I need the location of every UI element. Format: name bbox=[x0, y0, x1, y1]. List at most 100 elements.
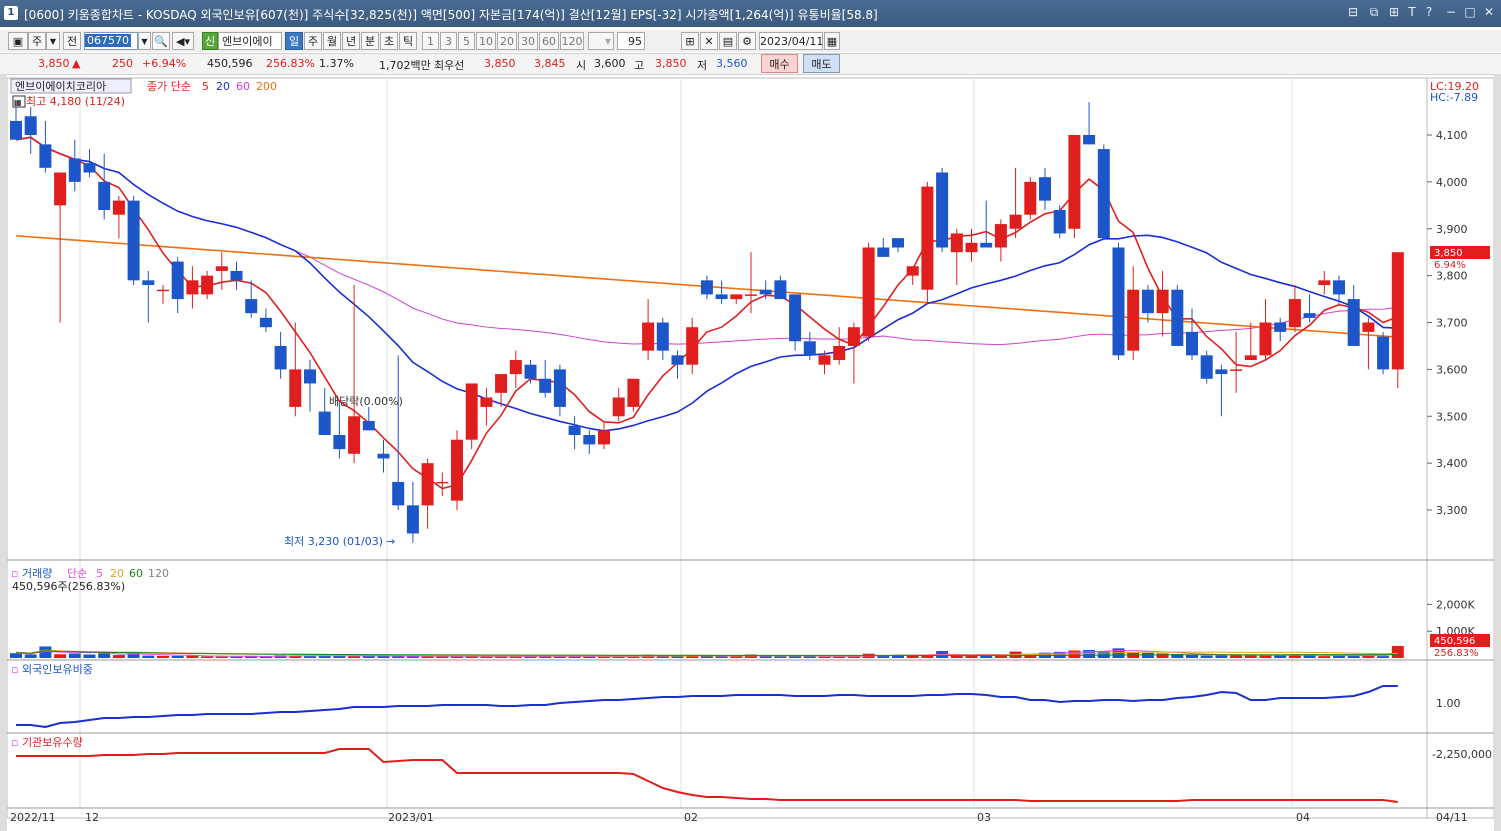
volume-bar bbox=[186, 655, 199, 658]
candle-body bbox=[892, 238, 904, 248]
tab-minute[interactable]: 분 bbox=[361, 32, 379, 50]
candle-body bbox=[627, 378, 640, 407]
candle-body bbox=[524, 364, 537, 379]
turnover-ratio: 1.37% bbox=[319, 57, 354, 70]
candle-body bbox=[1318, 280, 1331, 286]
high-label: 고 bbox=[634, 59, 645, 72]
candle-body bbox=[598, 430, 610, 445]
candle-body bbox=[333, 435, 346, 450]
candle-body bbox=[289, 369, 302, 407]
chart-area[interactable]: 4,100 4,000 3,900 3,800 3,700 3,600 3,500 3,400… bbox=[0, 74, 1501, 831]
search-icon[interactable]: 🔍 bbox=[152, 32, 170, 50]
market-badge: 신 bbox=[202, 32, 218, 50]
candle-body bbox=[1288, 299, 1301, 328]
open-label: 시 bbox=[576, 59, 587, 72]
table-icon[interactable]: ▦ bbox=[14, 98, 22, 107]
volume-bar bbox=[83, 654, 96, 658]
maximize-icon[interactable]: □ bbox=[1462, 5, 1478, 19]
foreign-panel-icon: ▫ bbox=[11, 663, 18, 676]
candle-body bbox=[245, 299, 258, 314]
volume-bar bbox=[157, 655, 169, 658]
volume-ratio: 256.83% bbox=[266, 57, 315, 70]
period-dropdown-icon[interactable]: ▼ bbox=[46, 32, 60, 50]
num-3[interactable]: 3 bbox=[440, 32, 457, 50]
num-5[interactable]: 5 bbox=[458, 32, 475, 50]
unit-dropdown[interactable]: ▼ bbox=[588, 32, 614, 50]
num-30[interactable]: 30 bbox=[518, 32, 538, 50]
candle-body bbox=[1127, 289, 1140, 351]
num-120[interactable]: 120 bbox=[560, 32, 584, 50]
speaker-icon[interactable]: ◀▾ bbox=[172, 32, 194, 50]
volume-bar bbox=[68, 653, 81, 658]
stock-code-input[interactable]: 067570 bbox=[84, 32, 138, 50]
candle-body bbox=[686, 327, 699, 365]
volume-bar bbox=[142, 655, 155, 658]
price-y-tick: 3,900 bbox=[1436, 223, 1468, 236]
candle-body bbox=[274, 345, 287, 370]
stock-name-field[interactable]: 엔브이에이 bbox=[218, 32, 282, 50]
minimize-icon[interactable]: − bbox=[1443, 5, 1459, 19]
candle-body bbox=[1112, 247, 1125, 356]
count-input[interactable]: 95 bbox=[617, 32, 645, 50]
candle-body bbox=[201, 275, 214, 295]
sell-button[interactable]: 매도 bbox=[803, 54, 840, 73]
candle-body bbox=[1347, 299, 1360, 346]
volume-bar bbox=[10, 653, 22, 658]
prev-button[interactable]: 전 bbox=[63, 32, 81, 50]
best-ask: 3,850 bbox=[484, 57, 516, 70]
candle-body bbox=[715, 294, 728, 300]
text-icon[interactable]: T bbox=[1404, 5, 1420, 19]
ma60-label: 60 bbox=[236, 80, 250, 93]
hc-value: HC:-7.89 bbox=[1430, 91, 1478, 104]
tab-tick[interactable]: 틱 bbox=[399, 32, 417, 50]
volume-bar bbox=[112, 655, 125, 658]
foreign-panel-title: 외국인보유비중 bbox=[22, 663, 93, 676]
period-select[interactable]: 주 bbox=[28, 32, 46, 50]
close-icon[interactable]: ✕ bbox=[1481, 5, 1497, 19]
volume-bar bbox=[1333, 655, 1345, 658]
price-y-tick: 3,400 bbox=[1436, 457, 1468, 470]
help-icon[interactable]: ? bbox=[1421, 5, 1437, 19]
restore-icon[interactable]: ⧉ bbox=[1366, 5, 1382, 20]
foreign-y-tick: 1.00 bbox=[1436, 697, 1461, 710]
candle-body bbox=[730, 294, 743, 300]
tab-day[interactable]: 일 bbox=[285, 32, 303, 50]
tab-second[interactable]: 초 bbox=[380, 32, 398, 50]
layout-icon[interactable]: ▣ bbox=[8, 32, 28, 50]
candle-body bbox=[215, 266, 228, 271]
candle-body bbox=[553, 369, 566, 407]
crosshair-icon[interactable]: ✕ bbox=[700, 32, 718, 50]
tab-year[interactable]: 년 bbox=[342, 32, 360, 50]
window-title: [0600] 키움종합차트 - KOSDAQ 외국인보유[607(천)] 주식수… bbox=[24, 8, 878, 22]
price-y-tick: 3,300 bbox=[1436, 504, 1468, 517]
num-1[interactable]: 1 bbox=[422, 32, 439, 50]
candle-body bbox=[1333, 280, 1345, 295]
tab-month[interactable]: 월 bbox=[323, 32, 341, 50]
price-y-tick: 4,000 bbox=[1436, 176, 1468, 189]
candle-body bbox=[568, 425, 581, 436]
link-icon[interactable]: ⊟ bbox=[1345, 5, 1361, 19]
num-60[interactable]: 60 bbox=[539, 32, 559, 50]
price-y-tick: 3,500 bbox=[1436, 410, 1468, 423]
candle-body bbox=[862, 247, 875, 337]
candle-body bbox=[803, 341, 816, 356]
save-icon[interactable]: ▤ bbox=[719, 32, 737, 50]
inst-panel-icon: ▫ bbox=[11, 736, 18, 749]
tile-icon[interactable]: ⊞ bbox=[1386, 5, 1402, 19]
gear-icon[interactable]: ⚙ bbox=[738, 32, 756, 50]
candle-body bbox=[1053, 210, 1066, 234]
buy-button[interactable]: 매수 bbox=[761, 54, 798, 73]
quote-bar: 3,850 ▲ 250 +6.94% 450,596 256.83% 1.37%… bbox=[0, 53, 1501, 75]
code-dropdown-icon[interactable]: ▼ bbox=[138, 32, 151, 50]
num-20[interactable]: 20 bbox=[497, 32, 517, 50]
volume-bar bbox=[348, 656, 361, 658]
volume-bar bbox=[1215, 655, 1228, 658]
calendar-icon[interactable]: ▦ bbox=[824, 32, 840, 50]
tab-week[interactable]: 주 bbox=[304, 32, 322, 50]
stock-name-tab[interactable]: 엔브이에이치코리아 bbox=[15, 80, 106, 93]
grid-icon[interactable]: ⊞ bbox=[681, 32, 699, 50]
num-10[interactable]: 10 bbox=[476, 32, 496, 50]
chart-toolbar: ▣ 주 ▼ 전 067570 ▼ 🔍 ◀▾ 신 엔브이에이 일 주 월 년 분 … bbox=[0, 30, 1501, 77]
volume-bar bbox=[906, 655, 919, 658]
date-input[interactable]: 2023/04/11 bbox=[759, 32, 823, 50]
